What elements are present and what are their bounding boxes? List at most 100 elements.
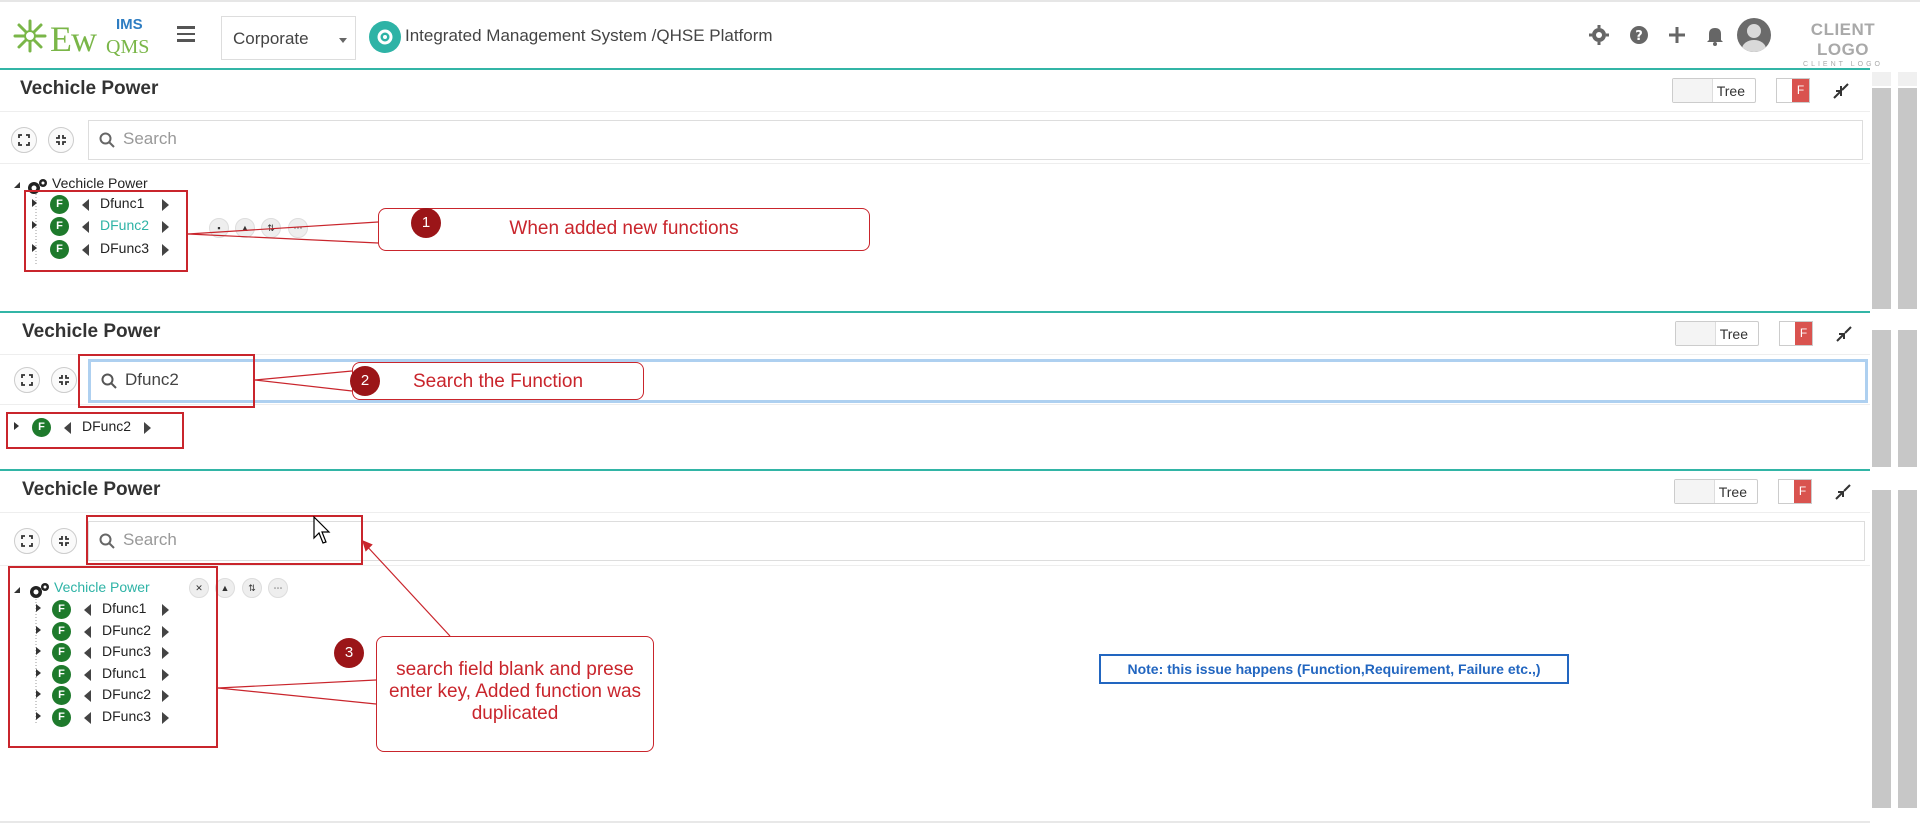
chevron-right-icon[interactable] xyxy=(162,604,169,616)
node-label[interactable]: DFunc2 xyxy=(100,217,149,233)
company-select-value: Corporate xyxy=(233,29,309,48)
collapse-panel-icon[interactable] xyxy=(1835,325,1853,343)
expand-node-icon[interactable] xyxy=(32,221,37,229)
delete-node-button[interactable]: ▪ xyxy=(209,218,229,238)
app-title: Integrated Management System /QHSE Platf… xyxy=(405,26,773,45)
gear-icon[interactable] xyxy=(1588,24,1610,46)
node-label[interactable]: Dfunc1 xyxy=(102,665,146,681)
node-label[interactable]: Dfunc1 xyxy=(102,600,146,616)
collapse-panel-icon[interactable] xyxy=(1834,483,1852,501)
node-label[interactable]: DFunc2 xyxy=(102,622,151,638)
search-field[interactable] xyxy=(88,521,1865,561)
warning-node-button[interactable]: ▲ xyxy=(235,218,255,238)
client-logo-sub: CLIENT LOGO xyxy=(1803,61,1883,68)
chevron-right-icon[interactable] xyxy=(162,690,169,702)
search-field[interactable] xyxy=(88,120,1863,160)
chevron-right-icon[interactable] xyxy=(162,199,169,211)
chevron-left-icon[interactable] xyxy=(82,244,89,256)
chevron-right-icon[interactable] xyxy=(144,422,151,434)
expand-node-icon[interactable] xyxy=(36,712,41,720)
expand-node-icon[interactable] xyxy=(32,199,37,207)
tree-node[interactable]: F DFunc2 xyxy=(36,686,186,706)
expand-node-icon[interactable] xyxy=(36,604,41,612)
company-select[interactable]: Corporate xyxy=(221,16,356,60)
tree-node[interactable]: F Dfunc1 xyxy=(36,665,186,685)
scrollbar-thumb[interactable] xyxy=(1898,330,1917,467)
expand-all-button[interactable] xyxy=(14,367,40,393)
more-node-button[interactable]: ⋯ xyxy=(268,578,288,598)
chevron-right-icon[interactable] xyxy=(162,626,169,638)
node-label[interactable]: DFunc3 xyxy=(102,708,151,724)
chevron-right-icon[interactable] xyxy=(162,221,169,233)
scroll-up-icon[interactable] xyxy=(1872,72,1891,86)
node-label[interactable]: DFunc3 xyxy=(102,643,151,659)
function-filter-toggle[interactable]: F xyxy=(1776,78,1810,103)
scrollbar-thumb[interactable] xyxy=(1898,88,1917,309)
scroll-up-icon[interactable] xyxy=(1898,72,1917,86)
chevron-left-icon[interactable] xyxy=(82,221,89,233)
chevron-left-icon[interactable] xyxy=(84,712,91,724)
search-row xyxy=(0,516,1870,566)
expand-all-button[interactable] xyxy=(11,127,37,153)
tree-node[interactable]: F DFunc2 xyxy=(14,418,164,438)
scrollbar-thumb[interactable] xyxy=(1872,88,1891,309)
chevron-right-icon[interactable] xyxy=(162,647,169,659)
collapse-panel-icon[interactable] xyxy=(1832,82,1850,100)
chevron-left-icon[interactable] xyxy=(84,647,91,659)
search-input[interactable] xyxy=(121,529,721,551)
tree-node[interactable]: F DFunc2 xyxy=(32,217,182,237)
tree-node[interactable]: F DFunc2 xyxy=(36,622,186,642)
tree-node[interactable]: F Dfunc1 xyxy=(32,195,182,215)
menu-icon[interactable] xyxy=(177,26,195,42)
collapse-all-button[interactable] xyxy=(48,127,74,153)
bell-icon[interactable] xyxy=(1704,24,1726,46)
scrollbar-thumb[interactable] xyxy=(1872,330,1891,467)
user-avatar-icon[interactable] xyxy=(1737,18,1771,52)
chevron-left-icon[interactable] xyxy=(84,669,91,681)
sort-node-button[interactable]: ⇅ xyxy=(261,218,281,238)
search-input[interactable] xyxy=(121,128,721,150)
app-gear-icon xyxy=(369,21,401,53)
tree-node[interactable]: F DFunc3 xyxy=(36,643,186,663)
expand-node-icon[interactable] xyxy=(14,422,19,430)
chevron-right-icon[interactable] xyxy=(162,669,169,681)
chevron-left-icon[interactable] xyxy=(64,422,71,434)
expand-node-icon[interactable] xyxy=(36,626,41,634)
node-label[interactable]: DFunc2 xyxy=(82,418,131,434)
chevron-left-icon[interactable] xyxy=(84,604,91,616)
chevron-right-icon[interactable] xyxy=(162,244,169,256)
plus-icon[interactable] xyxy=(1666,24,1688,46)
tree-root-label[interactable]: Vechicle Power xyxy=(54,579,150,595)
scrollbar-thumb[interactable] xyxy=(1872,490,1891,808)
tree-node[interactable]: F Dfunc1 xyxy=(36,600,186,620)
node-label[interactable]: DFunc2 xyxy=(102,686,151,702)
tree-toggle[interactable]: Tree xyxy=(1675,321,1759,346)
tree-root-label[interactable]: Vechicle Power xyxy=(52,175,148,191)
more-node-button[interactable]: ⋯ xyxy=(288,218,308,238)
app-logo[interactable]: Ew IMS QMS xyxy=(12,14,157,59)
chevron-left-icon[interactable] xyxy=(84,690,91,702)
help-icon[interactable]: ? xyxy=(1628,24,1650,46)
tree-toggle[interactable]: Tree xyxy=(1672,78,1756,103)
node-label[interactable]: Dfunc1 xyxy=(100,195,144,211)
cut-node-button[interactable]: ✕ xyxy=(189,578,209,598)
sort-node-button[interactable]: ⇅ xyxy=(242,578,262,598)
node-label[interactable]: DFunc3 xyxy=(100,240,149,256)
tree-node[interactable]: F DFunc3 xyxy=(36,708,186,728)
chevron-right-icon[interactable] xyxy=(162,712,169,724)
expand-all-button[interactable] xyxy=(14,528,40,554)
expand-node-icon[interactable] xyxy=(36,647,41,655)
warning-node-button[interactable]: ▲ xyxy=(215,578,235,598)
chevron-left-icon[interactable] xyxy=(84,626,91,638)
chevron-left-icon[interactable] xyxy=(82,199,89,211)
tree-node[interactable]: F DFunc3 xyxy=(32,240,182,260)
tree-toggle[interactable]: Tree xyxy=(1674,479,1758,504)
expand-node-icon[interactable] xyxy=(32,244,37,252)
collapse-all-button[interactable] xyxy=(51,367,77,393)
scrollbar-thumb[interactable] xyxy=(1898,490,1917,808)
function-filter-toggle[interactable]: F xyxy=(1778,479,1812,504)
collapse-all-button[interactable] xyxy=(51,528,77,554)
function-filter-toggle[interactable]: F xyxy=(1779,321,1813,346)
expand-node-icon[interactable] xyxy=(36,690,41,698)
expand-node-icon[interactable] xyxy=(36,669,41,677)
